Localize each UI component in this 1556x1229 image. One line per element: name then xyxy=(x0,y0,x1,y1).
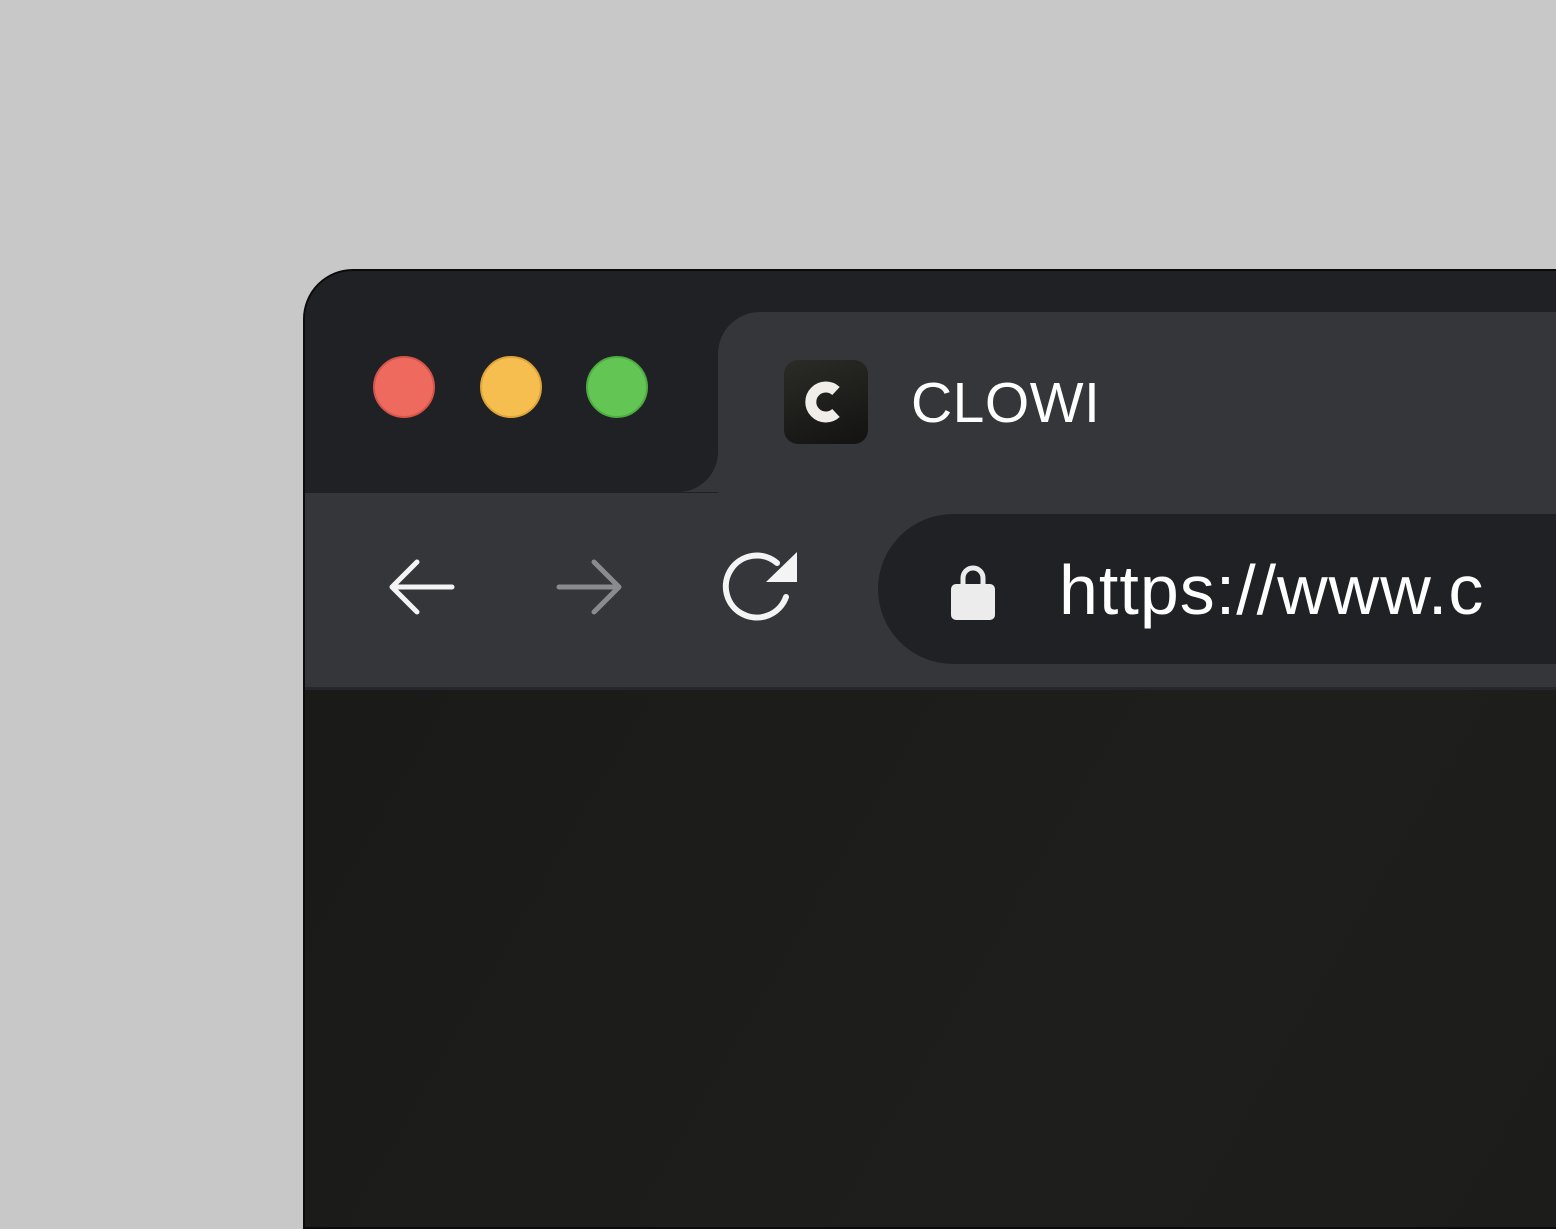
reload-icon xyxy=(722,552,797,621)
arrow-right-icon xyxy=(556,559,622,615)
browser-window: CLOWI https://www.c xyxy=(303,269,1556,1229)
tab-corner xyxy=(678,452,718,492)
page-content xyxy=(305,690,1556,1227)
arrow-left-icon xyxy=(389,559,455,615)
zoom-window-button[interactable] xyxy=(586,356,648,418)
reload-button[interactable] xyxy=(722,548,802,628)
forward-button[interactable] xyxy=(551,548,631,628)
lock-icon xyxy=(951,562,995,620)
close-window-button[interactable] xyxy=(373,356,435,418)
url-text[interactable]: https://www.c xyxy=(1059,550,1484,630)
clowi-favicon-icon xyxy=(784,360,868,444)
minimize-window-button[interactable] xyxy=(480,356,542,418)
tab-title: CLOWI xyxy=(911,371,1101,435)
back-button[interactable] xyxy=(380,548,460,628)
